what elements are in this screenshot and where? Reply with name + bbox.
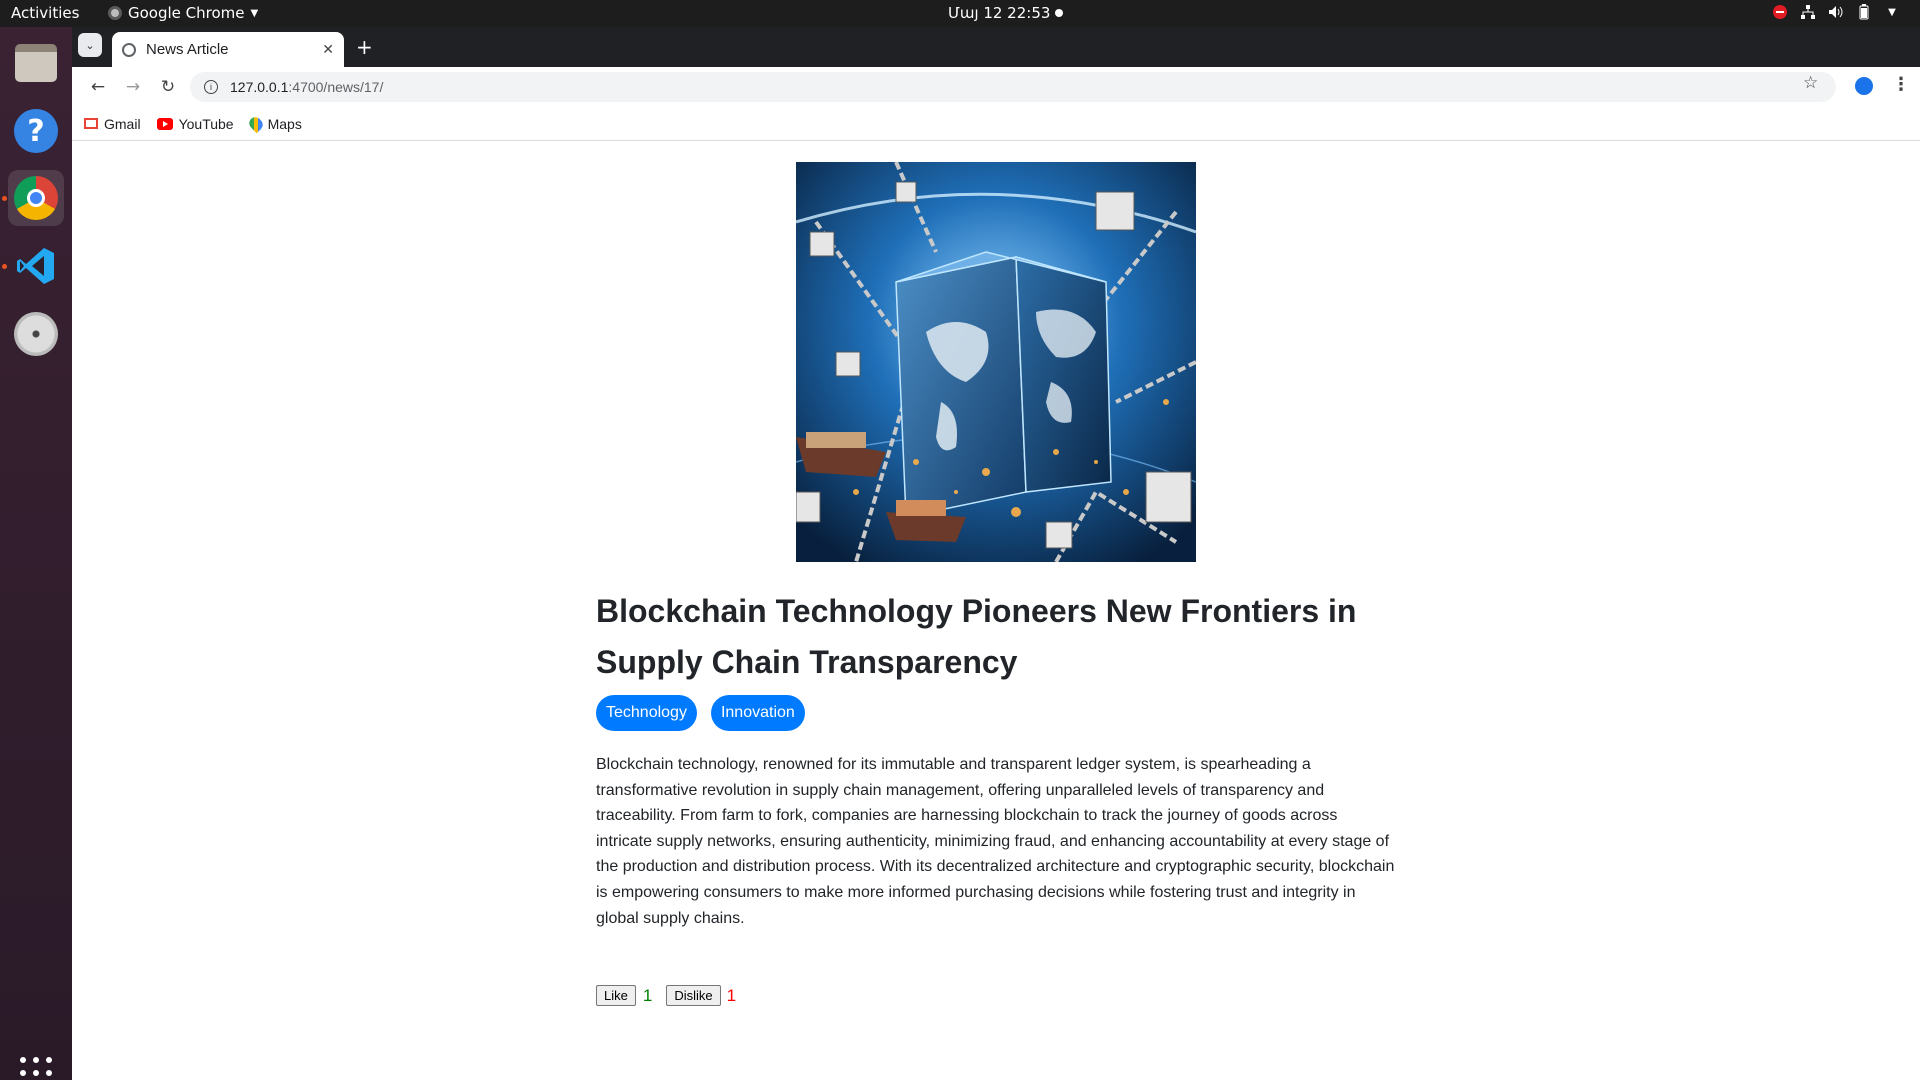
help-icon: ? — [14, 109, 58, 153]
notification-dot-icon — [1055, 9, 1063, 17]
system-top-bar: Activities Google Chrome ▼ Մայ 12 22:53 … — [0, 0, 1920, 27]
bookmarks-bar: Gmail YouTube Maps — [72, 107, 1920, 141]
caret-down-icon: ▼ — [250, 7, 259, 19]
tag-badge[interactable]: Innovation — [710, 695, 805, 731]
clock[interactable]: Մայ 12 22:53 — [948, 4, 1050, 22]
like-button[interactable]: Like — [596, 985, 636, 1006]
tab-title: News Article — [146, 41, 229, 58]
dock-files[interactable] — [8, 35, 64, 91]
article-image — [796, 162, 1196, 562]
files-icon — [15, 44, 57, 82]
volume-icon[interactable] — [1828, 4, 1844, 20]
tag-list: Technology Innovation — [596, 695, 805, 731]
tab-close-icon[interactable]: ✕ — [322, 42, 334, 58]
show-apps-grid-icon[interactable] — [20, 1057, 52, 1080]
bookmark-label: Maps — [267, 115, 302, 132]
tab-news-article[interactable]: News Article ✕ — [112, 32, 344, 67]
network-icon[interactable] — [1800, 4, 1816, 20]
dock-chrome[interactable] — [8, 170, 64, 226]
like-count: 1 — [642, 985, 653, 1005]
chrome-icon — [14, 176, 58, 220]
more-menu-icon[interactable]: ⋮ — [1892, 74, 1910, 95]
tag-badge[interactable]: Technology — [596, 695, 697, 731]
bookmark-maps[interactable]: Maps — [246, 114, 302, 133]
tab-search-chevron-icon[interactable]: ⌄ — [78, 33, 102, 57]
activities-button[interactable]: Activities — [11, 4, 79, 22]
dock-help[interactable]: ? — [8, 103, 64, 159]
running-indicator — [2, 196, 7, 201]
chrome-small-icon — [108, 6, 122, 20]
forward-arrow-icon[interactable]: → — [121, 75, 145, 99]
bookmark-star-icon[interactable]: ☆ — [1803, 73, 1818, 93]
article-title: Blockchain Technology Pioneers New Front… — [596, 593, 1357, 680]
dock: ? — [0, 27, 72, 1080]
bookmark-youtube[interactable]: YouTube — [156, 115, 234, 132]
vote-bar: Like 1 Dislike 1 — [596, 985, 736, 1006]
browser-toolbar: ← → ↻ i 127.0.0.1:4700/news/17/ ☆ ⋮ — [72, 67, 1920, 107]
url-path: :4700/news/17/ — [288, 79, 384, 95]
page-content: Blockchain Technology Pioneers New Front… — [72, 142, 1920, 1080]
profile-avatar-icon[interactable] — [1855, 77, 1873, 95]
address-bar[interactable]: i 127.0.0.1:4700/news/17/ — [190, 72, 1836, 102]
app-menu[interactable]: Google Chrome ▼ — [108, 4, 258, 22]
dislike-button[interactable]: Dislike — [666, 985, 721, 1006]
vscode-icon — [14, 244, 58, 288]
system-tray[interactable]: ▼ — [1772, 4, 1900, 20]
article-body: Blockchain technology, renowned for its … — [596, 756, 1395, 927]
maps-icon — [246, 114, 265, 133]
dislike-count: 1 — [726, 985, 737, 1005]
gmail-icon — [84, 118, 98, 129]
app-menu-label: Google Chrome — [128, 4, 245, 22]
battery-icon[interactable] — [1856, 4, 1872, 20]
globe-icon — [122, 42, 136, 57]
dock-dvd[interactable] — [8, 306, 64, 362]
system-menu-caret-icon[interactable]: ▼ — [1884, 4, 1900, 20]
reload-icon[interactable]: ↻ — [156, 75, 180, 99]
browser-window: ⌄ News Article ✕ + ← → ↻ i 127.0.0.1:470… — [72, 27, 1920, 1080]
bookmark-label: YouTube — [178, 115, 234, 132]
dvd-icon — [14, 312, 58, 356]
dock-vscode[interactable] — [8, 238, 64, 294]
url-host: 127.0.0.1 — [230, 79, 289, 95]
site-info-icon[interactable]: i — [204, 80, 218, 94]
new-tab-plus-icon[interactable]: + — [356, 35, 373, 59]
bookmark-label: Gmail — [104, 115, 141, 132]
tab-strip: ⌄ News Article ✕ + — [72, 27, 1920, 67]
back-arrow-icon[interactable]: ← — [86, 75, 110, 99]
running-indicator — [2, 264, 7, 269]
bookmark-gmail[interactable]: Gmail — [84, 116, 141, 132]
do-not-disturb-icon[interactable] — [1772, 4, 1788, 20]
youtube-icon — [156, 117, 173, 130]
